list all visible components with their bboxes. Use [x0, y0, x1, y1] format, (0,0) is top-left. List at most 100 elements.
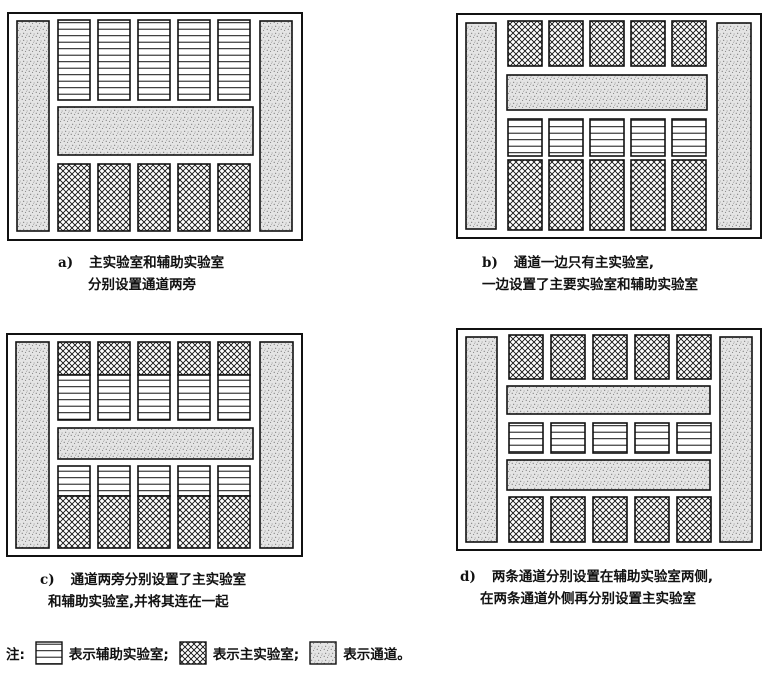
panel-c-center-corridor [57, 427, 254, 460]
panel-b-main-lab [507, 20, 543, 67]
caption-b: b) 通道一边只有主实验室, 一边设置了主要实验室和辅助实验室 [482, 252, 698, 296]
panel-d-main-lab [592, 496, 628, 543]
panel-a-right-corridor [259, 20, 293, 232]
panel-c-main-lab [137, 495, 171, 549]
panel-c-aux-lab [137, 374, 171, 421]
panel-c-left-corridor [15, 341, 50, 549]
panel-a-aux-lab [137, 19, 171, 101]
panel-b-main-lab [589, 159, 625, 231]
panel-c-aux-lab [97, 465, 131, 497]
panel-a-main-lab [57, 163, 91, 232]
panel-d-main-lab [676, 496, 712, 543]
caption-d-line2: 在两条通道外侧再分别设置主实验室 [480, 591, 696, 607]
legend-corridor-swatch [309, 641, 337, 665]
caption-b-line2: 一边设置了主要实验室和辅助实验室 [482, 277, 698, 293]
caption-c-line1: 通道两旁分别设置了主实验室 [70, 572, 247, 588]
panel-c-main-lab [217, 495, 251, 549]
caption-d: d) 两条通道分别设置在辅助实验室两侧, 在两条通道外侧再分别设置主实验室 [460, 566, 713, 610]
panel-b-main-lab [589, 20, 625, 67]
panel-d-main-lab [550, 334, 586, 380]
panel-a-main-lab [97, 163, 131, 232]
panel-d-left-corridor [465, 336, 498, 543]
panel-c-aux-lab [177, 465, 211, 497]
panel-b-aux-lab [548, 118, 584, 157]
panel-d-main-lab [508, 496, 544, 543]
caption-d-label: d) [460, 569, 476, 585]
panel-a-aux-lab [177, 19, 211, 101]
panel-b-corridor [506, 74, 708, 111]
panel-c-aux-lab [217, 374, 251, 421]
panel-c-main-lab [217, 341, 251, 376]
panel-c-diagram [6, 333, 303, 557]
panel-b-main-lab [630, 20, 666, 67]
panel-c-aux-lab [57, 465, 91, 497]
panel-c-right-corridor [259, 341, 294, 549]
caption-c-line2: 和辅助实验室,并将其连在一起 [48, 594, 229, 610]
caption-b-line1: 通道一边只有主实验室, [513, 255, 654, 271]
caption-a-line2: 分别设置通道两旁 [88, 277, 196, 293]
panel-c-main-lab [57, 341, 91, 376]
caption-a-label: a) [58, 255, 74, 271]
panel-c-aux-lab [97, 374, 131, 421]
caption-c-label: c) [40, 572, 55, 588]
panel-a-diagram [7, 12, 303, 241]
panel-c-main-lab [57, 495, 91, 549]
panel-d-right-corridor [719, 336, 753, 543]
panel-b-aux-lab [671, 118, 707, 157]
legend: 注: 表示辅助实验室; 表示主实验室; 表示通道。 [6, 636, 415, 670]
panel-c-aux-lab [177, 374, 211, 421]
legend-aux-lab-text: 表示辅助实验室; [68, 647, 169, 663]
panel-c-aux-lab [57, 374, 91, 421]
legend-corridor-text: 表示通道。 [343, 647, 411, 663]
panel-a-aux-lab [217, 19, 251, 101]
panel-d-main-lab [634, 334, 670, 380]
panel-d-aux-lab [508, 422, 544, 454]
panel-b-main-lab [548, 159, 584, 231]
panel-b-aux-lab [630, 118, 666, 157]
panel-c-main-lab [137, 341, 171, 376]
caption-d-line1: 两条通道分别设置在辅助实验室两侧, [491, 569, 713, 585]
panel-b-main-lab [507, 159, 543, 231]
panel-d-aux-lab [676, 422, 712, 454]
panel-d-aux-lab [634, 422, 670, 454]
panel-a-aux-lab [57, 19, 91, 101]
panel-d-aux-lab [550, 422, 586, 454]
legend-aux-lab-swatch [35, 641, 63, 665]
panel-d-diagram [456, 328, 762, 551]
panel-d-main-lab [592, 334, 628, 380]
panel-b-left-corridor [465, 22, 497, 230]
panel-a-left-corridor [16, 20, 50, 232]
panel-a-center-corridor [57, 106, 254, 156]
caption-b-label: b) [482, 255, 498, 271]
panel-d-main-lab [550, 496, 586, 543]
legend-prefix: 注: [6, 647, 25, 663]
panel-d-main-lab [634, 496, 670, 543]
panel-c-main-lab [97, 495, 131, 549]
panel-c-main-lab [97, 341, 131, 376]
caption-a-line1: 主实验室和辅助实验室 [89, 255, 225, 271]
panel-c-main-lab [177, 341, 211, 376]
panel-b-main-lab [548, 20, 584, 67]
panel-b-main-lab [671, 20, 707, 67]
caption-c: c) 通道两旁分别设置了主实验室 和辅助实验室,并将其连在一起 [40, 569, 246, 613]
panel-d-main-lab [676, 334, 712, 380]
panel-c-aux-lab [137, 465, 171, 497]
panel-a-main-lab [217, 163, 251, 232]
panel-a-main-lab [137, 163, 171, 232]
legend-main-lab-swatch [179, 641, 207, 665]
panel-b-diagram [456, 13, 762, 239]
panel-b-main-lab [671, 159, 707, 231]
panel-a-main-lab [177, 163, 211, 232]
panel-b-right-corridor [716, 22, 752, 230]
panel-b-main-lab [630, 159, 666, 231]
panel-c-aux-lab [217, 465, 251, 497]
panel-b-aux-lab [589, 118, 625, 157]
panel-a-aux-lab [97, 19, 131, 101]
panel-d-aux-lab [592, 422, 628, 454]
caption-a: a) 主实验室和辅助实验室 分别设置通道两旁 [58, 252, 224, 296]
panel-d-main-lab [508, 334, 544, 380]
panel-d-lower-corridor [506, 459, 711, 491]
panel-c-main-lab [177, 495, 211, 549]
panel-b-aux-lab [507, 118, 543, 157]
legend-main-lab-text: 表示主实验室; [212, 647, 300, 663]
